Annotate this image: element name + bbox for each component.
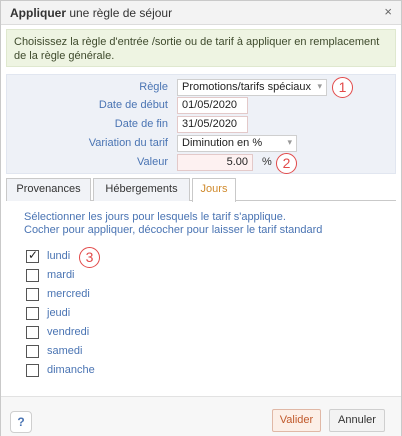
tab-hebergements[interactable]: Hébergements xyxy=(93,178,190,201)
day-label: dimanche xyxy=(47,364,95,376)
mercredi-checkbox[interactable] xyxy=(26,288,39,301)
chevron-down-icon: ▾ xyxy=(287,137,292,147)
valeur-input[interactable]: 5.00 xyxy=(177,154,253,171)
dialog-title-strong: Appliquer xyxy=(10,6,66,20)
marker-3: 3 xyxy=(79,247,100,268)
samedi-checkbox[interactable] xyxy=(26,345,39,358)
date-fin-input[interactable]: 31/05/2020 xyxy=(177,116,248,133)
annuler-button[interactable]: Annuler xyxy=(329,409,385,432)
regle-select-value: Promotions/tarifs spéciaux xyxy=(182,81,311,93)
date-fin-label: Date de fin xyxy=(114,118,168,130)
mardi-checkbox[interactable] xyxy=(26,269,39,282)
dialog: Appliquer une règle de séjour × Choisiss… xyxy=(0,0,402,436)
tab-provenances[interactable]: Provenances xyxy=(6,178,91,201)
day-label: mardi xyxy=(47,269,75,281)
regle-select[interactable]: Promotions/tarifs spéciaux ▾ xyxy=(177,79,327,96)
marker-2: 2 xyxy=(276,153,297,174)
lundi-checkbox[interactable]: ✓ xyxy=(26,248,39,263)
variation-select-value: Diminution en % xyxy=(182,137,263,149)
close-icon[interactable]: × xyxy=(384,4,392,19)
tab-bar: Provenances Hébergements Jours xyxy=(6,178,396,202)
chevron-down-icon: ▾ xyxy=(317,81,322,91)
dialog-footer: ? Valider Annuler xyxy=(1,396,401,436)
valeur-unit: % xyxy=(262,156,272,168)
check-icon: ✓ xyxy=(28,248,39,262)
help-button[interactable]: ? xyxy=(10,411,32,433)
regle-label: Règle xyxy=(139,81,168,93)
jeudi-checkbox[interactable] xyxy=(26,307,39,320)
instruction-line-2: Cocher pour appliquer, décocher pour lai… xyxy=(24,224,323,236)
dialog-title: Appliquer une règle de séjour xyxy=(10,6,172,20)
tab-jours[interactable]: Jours xyxy=(192,178,236,202)
day-label: lundi xyxy=(47,250,71,262)
marker-1: 1 xyxy=(332,77,353,98)
title-bar: Appliquer une règle de séjour × xyxy=(1,1,401,25)
valider-button[interactable]: Valider xyxy=(272,409,321,432)
date-debut-label: Date de début xyxy=(98,99,168,111)
info-message: Choisissez la règle d'entrée /sortie ou … xyxy=(6,29,396,67)
variation-select[interactable]: Diminution en % ▾ xyxy=(177,135,297,152)
dialog-title-rest: une règle de séjour xyxy=(66,6,173,20)
day-label: samedi xyxy=(47,345,83,357)
day-label: mercredi xyxy=(47,288,90,300)
instruction-line-1: Sélectionner les jours pour lesquels le … xyxy=(24,211,286,223)
date-debut-input[interactable]: 01/05/2020 xyxy=(177,97,248,114)
jours-instructions: Sélectionner les jours pour lesquels le … xyxy=(24,211,322,237)
variation-label: Variation du tarif xyxy=(88,137,168,149)
dimanche-checkbox[interactable] xyxy=(26,364,39,377)
vendredi-checkbox[interactable] xyxy=(26,326,39,339)
valeur-label: Valeur xyxy=(137,156,168,168)
jours-panel: Sélectionner les jours pour lesquels le … xyxy=(6,201,396,391)
day-label: vendredi xyxy=(47,326,90,338)
day-label: jeudi xyxy=(47,307,71,319)
